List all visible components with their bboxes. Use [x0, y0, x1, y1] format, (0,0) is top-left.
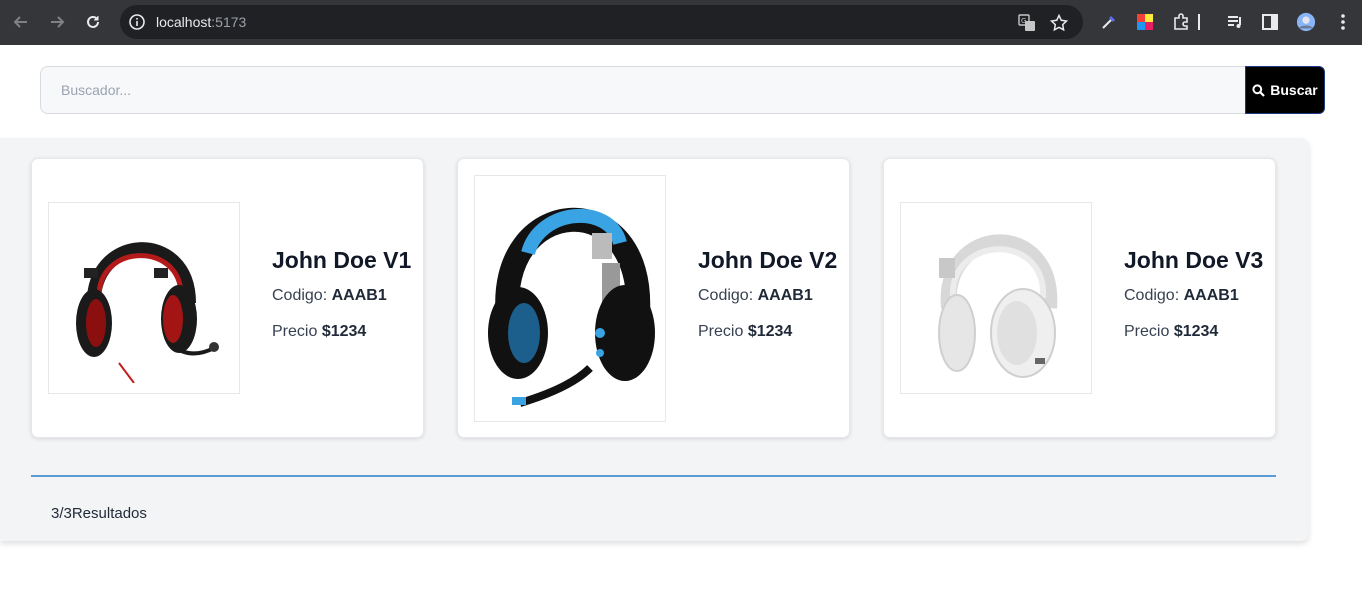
search-button[interactable]: Buscar: [1245, 66, 1325, 114]
toolbar-divider: [1198, 14, 1200, 30]
product-price: Precio $1234: [1124, 323, 1219, 340]
product-code: Codigo: AAAB1: [272, 287, 387, 304]
product-code: Codigo: AAAB1: [698, 287, 813, 304]
product-image: [474, 175, 666, 422]
bookmark-star-icon[interactable]: [1050, 14, 1068, 32]
results-count: 3/3Resultados: [51, 505, 147, 522]
reading-list-icon[interactable]: [1225, 12, 1245, 32]
product-price: Precio $1234: [698, 323, 793, 340]
extensions-puzzle-icon[interactable]: [1171, 12, 1191, 32]
address-bar[interactable]: localhost:5173 G: [120, 5, 1083, 39]
product-image: [900, 202, 1092, 394]
search-input[interactable]: [40, 66, 1246, 114]
product-name: John Doe V3: [1124, 247, 1264, 273]
product-price: Precio $1234: [272, 323, 367, 340]
back-icon[interactable]: [10, 11, 32, 33]
product-image: [48, 202, 240, 394]
product-name: John Doe V1: [272, 247, 412, 273]
search-button-label: Buscar: [1270, 82, 1318, 98]
site-info-icon[interactable]: [129, 14, 145, 30]
product-card[interactable]: John Doe V3 Codigo: AAAB1 Precio $1234: [883, 158, 1276, 438]
reload-icon[interactable]: [82, 11, 104, 33]
eyedropper-icon[interactable]: [1099, 12, 1119, 32]
color-palette-extension-icon[interactable]: [1135, 12, 1155, 32]
product-name: John Doe V2: [698, 247, 838, 273]
product-card[interactable]: John Doe V1 Codigo: AAAB1 Precio $1234: [31, 158, 424, 438]
search-bar: Buscar: [40, 66, 1325, 114]
side-panel-icon[interactable]: [1260, 12, 1280, 32]
results-divider: [31, 475, 1276, 477]
browser-menu-icon[interactable]: [1333, 12, 1353, 32]
product-code: Codigo: AAAB1: [1124, 287, 1239, 304]
profile-avatar-icon[interactable]: [1296, 12, 1316, 32]
search-icon: [1252, 83, 1266, 97]
url-text[interactable]: localhost:5173: [156, 14, 246, 30]
translate-icon[interactable]: G: [1018, 14, 1036, 32]
browser-toolbar: localhost:5173 G: [0, 0, 1362, 45]
results-panel: John Doe V1 Codigo: AAAB1 Precio $1234 J…: [0, 138, 1309, 541]
forward-icon[interactable]: [46, 11, 68, 33]
svg-text:G: G: [1021, 17, 1026, 25]
product-card[interactable]: John Doe V2 Codigo: AAAB1 Precio $1234: [457, 158, 850, 438]
